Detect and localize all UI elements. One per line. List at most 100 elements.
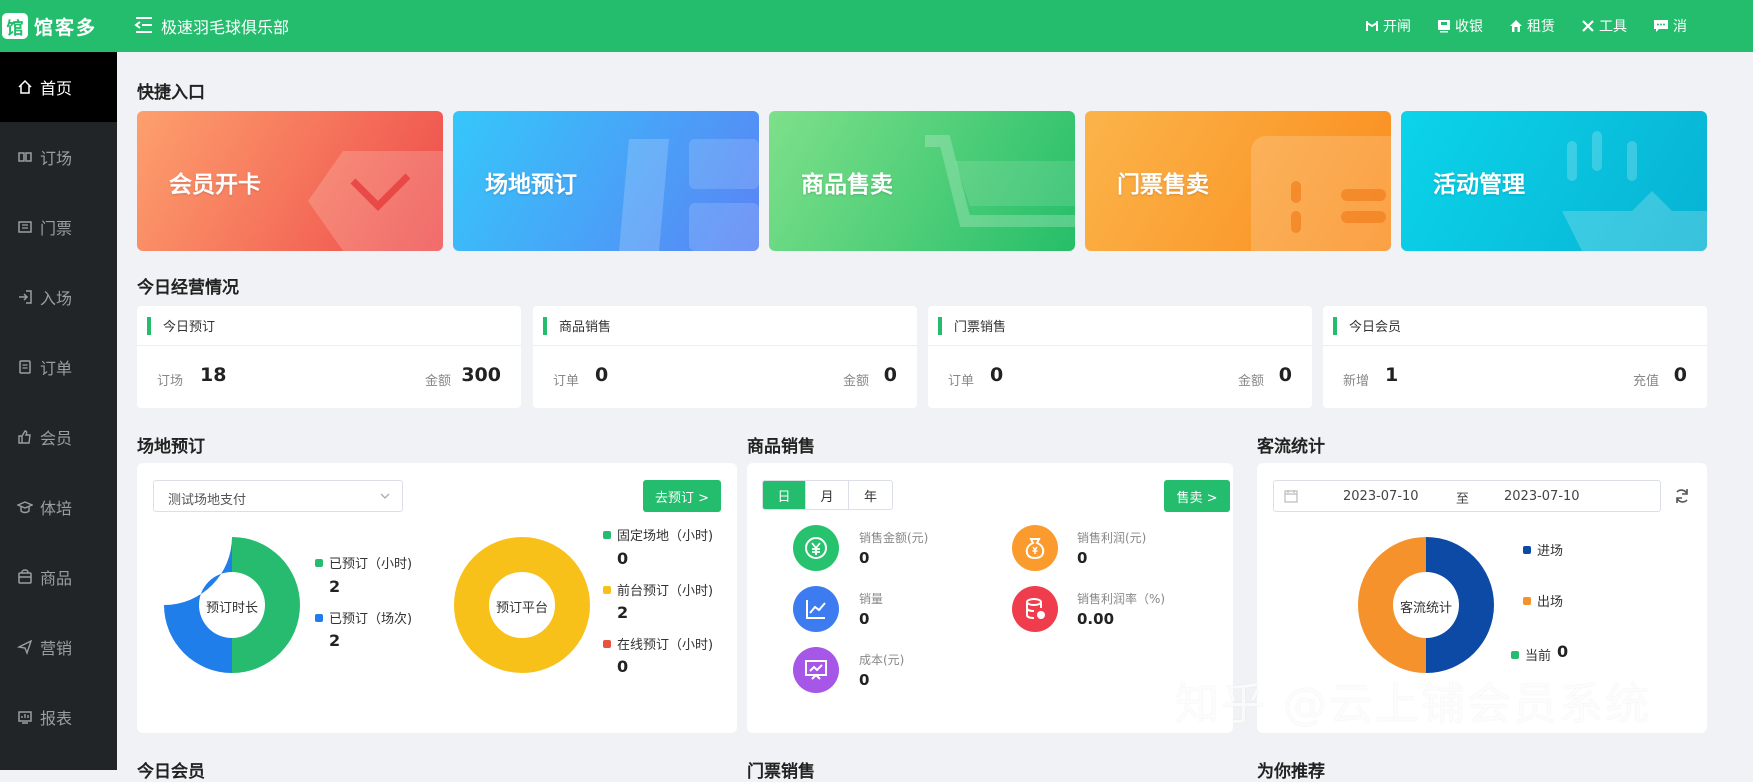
quick-card-label: 场地预订 [485, 172, 577, 198]
stat-value: 1 [1385, 364, 1399, 386]
metric-label: 销售利润(元) [1077, 531, 1147, 545]
topnav-label: 收银 [1455, 19, 1483, 35]
period-segment: 日 月 年 [762, 480, 893, 510]
quick-card-goods-sale[interactable]: 商品售卖 [769, 111, 1075, 251]
stat-card-ticket: 门票销售 订单 0 金额 0 [928, 306, 1312, 408]
topnav-label: 租赁 [1527, 19, 1555, 35]
metric-label: 销量 [859, 592, 884, 606]
main-content: 快捷入口 会员开卡 场地预订 商品售卖 门票售卖 活动管理 今日经营情况 今日预… [117, 52, 1753, 782]
go-book-button[interactable]: 去预订 > [643, 480, 721, 512]
stat-key: 充值 [1633, 374, 1660, 389]
date-range-picker[interactable]: 2023-07-10 至 2023-07-10 [1273, 480, 1661, 512]
stat-key: 订场 [157, 374, 184, 389]
court-select-value: 测试场地支付 [168, 493, 247, 508]
stat-key: 金额 [843, 374, 870, 389]
metric-value: 0 [859, 671, 870, 689]
topnav-gate[interactable]: 开闸 [1365, 16, 1411, 36]
quick-card-activity[interactable]: 活动管理 [1401, 111, 1707, 251]
marketing-icon [17, 639, 33, 655]
legend-out: 出场 [1523, 591, 1563, 610]
quick-card-label: 活动管理 [1433, 172, 1525, 198]
sell-button[interactable]: 售卖 > [1164, 480, 1230, 512]
legend-in: 进场 [1523, 540, 1563, 559]
quick-card-member-open[interactable]: 会员开卡 [137, 111, 443, 251]
court-decor-icon [619, 139, 759, 251]
topnav-label: 开闸 [1383, 19, 1411, 35]
period-day-tab[interactable]: 日 [763, 481, 806, 509]
quick-card-label: 会员开卡 [169, 172, 261, 198]
court-select[interactable]: 测试场地支付 [153, 480, 403, 512]
logo-text: 馆客多 [34, 16, 98, 39]
sidebar-item-label: 门票 [40, 219, 73, 238]
sidebar-item-training[interactable]: 体培 [0, 472, 117, 542]
legend-value: 0 [617, 549, 629, 568]
order-icon [19, 360, 31, 374]
quick-card-ticket-sale[interactable]: 门票售卖 [1085, 111, 1391, 251]
stat-value: 0 [595, 364, 609, 386]
app-logo[interactable]: 馆 馆客多 [0, 0, 117, 52]
legend-frontdesk: 前台预订（小时) [603, 580, 713, 599]
sidebar-item-member[interactable]: 会员 [0, 402, 117, 472]
legend-value: 0 [1557, 642, 1569, 661]
presentation-icon [793, 647, 839, 693]
database-icon [1012, 586, 1058, 632]
sidebar-item-report[interactable]: 报表 [0, 682, 117, 752]
menu-toggle-icon[interactable] [133, 14, 155, 36]
legend-booked-hours: 已预订（小时) [315, 553, 412, 572]
stat-card-booking: 今日预订 订场 18 金额 300 [137, 306, 521, 408]
tools-icon [1582, 20, 1594, 32]
donut-center-label: 预订平台 [495, 601, 548, 616]
topnav-cashier[interactable]: 收银 [1437, 16, 1483, 36]
home-icon [18, 79, 32, 94]
stat-value: 0 [883, 364, 897, 386]
sidebar-item-label: 入场 [40, 289, 73, 308]
topnav-rent[interactable]: 租赁 [1509, 16, 1555, 36]
message-icon [1654, 20, 1668, 32]
period-year-tab[interactable]: 年 [849, 481, 892, 509]
sidebar-item-ticket[interactable]: 门票 [0, 192, 117, 262]
stat-value: 0 [990, 364, 1004, 386]
stat-key: 订单 [553, 374, 580, 389]
gate-icon [1366, 21, 1378, 31]
date-to: 2023-07-10 [1504, 489, 1580, 504]
rent-icon [1510, 20, 1522, 32]
stat-card-title: 今日会员 [1349, 320, 1402, 335]
ticket-decor-icon [1251, 136, 1391, 251]
legend-value: 2 [329, 577, 341, 596]
sidebar-item-order[interactable]: 订单 [0, 332, 117, 402]
cart-decor-icon [925, 135, 1075, 227]
topnav-tools[interactable]: 工具 [1581, 16, 1627, 36]
sidebar-item-label: 订场 [40, 149, 73, 168]
metric-value: 0 [859, 549, 870, 567]
stat-key: 订单 [948, 374, 975, 389]
training-icon [17, 501, 33, 514]
legend-online: 在线预订（小时) [603, 634, 713, 653]
legend-value: 0 [617, 657, 629, 676]
cashier-icon [1438, 20, 1450, 33]
traffic-title: 客流统计 [1257, 437, 1325, 457]
line-chart-icon [793, 586, 839, 632]
stat-card-goods: 商品销售 订单 0 金额 0 [533, 306, 917, 408]
sidebar-item-label: 订单 [40, 359, 73, 378]
period-month-tab[interactable]: 月 [806, 481, 849, 509]
sidebar-item-marketing[interactable]: 营销 [0, 612, 117, 682]
club-name[interactable]: 极速羽毛球俱乐部 [161, 14, 289, 38]
stat-value: 18 [200, 364, 227, 386]
yuan-icon [793, 525, 839, 571]
sidebar-item-book-court[interactable]: 订场 [0, 122, 117, 192]
logo-mark-icon: 馆 [2, 13, 28, 39]
sidebar-item-home[interactable]: 首页 [0, 52, 117, 122]
refresh-icon[interactable] [1673, 487, 1691, 505]
court-booking-panel: 测试场地支付 去预订 > 预订时长 已预订（小时) 2 已预订（场次) 2 预订… [137, 463, 737, 733]
topnav-message[interactable]: 消 [1653, 16, 1687, 36]
sidebar-item-entry[interactable]: 入场 [0, 262, 117, 332]
metric-value: 0 [1077, 549, 1088, 567]
sidebar-item-label: 体培 [40, 499, 73, 518]
checkmark-decor-icon [308, 151, 443, 251]
quick-card-court-booking[interactable]: 场地预订 [453, 111, 759, 251]
goods-sales-panel: 日 月 年 售卖 > 销售金额(元) 0 销售利润(元) 0 销量 0 销售利润… [747, 463, 1233, 733]
legend-booked-sessions: 已预订（场次) [315, 608, 412, 627]
stat-card-title: 商品销售 [559, 320, 612, 335]
sidebar-item-goods[interactable]: 商品 [0, 542, 117, 612]
top-nav: 开闸 收银 租赁 工具 消 [1365, 0, 1713, 52]
